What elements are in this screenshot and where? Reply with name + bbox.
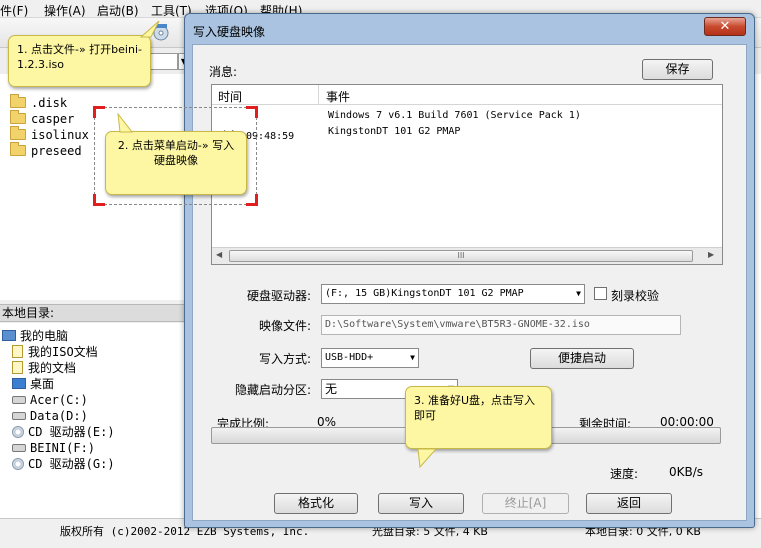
chevron-down-icon: ▼ <box>410 353 415 362</box>
terminate-button[interactable]: 终止[A] <box>482 493 569 514</box>
menu-actions[interactable]: 操作(A) <box>44 2 86 19</box>
chevron-down-icon: ▼ <box>576 289 581 298</box>
verify-label: 刻录校验 <box>611 289 660 303</box>
tree-item[interactable]: isolinux <box>10 126 89 143</box>
dialog-title: 写入硬盘映像 <box>193 25 266 39</box>
log-row-event: Windows 7 v6.1 Build 7601 (Service Pack … <box>328 110 581 121</box>
folder-icon <box>10 94 26 108</box>
tree-item[interactable]: preseed <box>10 142 82 159</box>
scroll-left-icon[interactable]: ◀ <box>216 250 222 259</box>
local-directory-header: 本地目录: <box>0 304 190 322</box>
tree-item[interactable]: CD 驱动器(E:) <box>12 424 115 440</box>
menu-file[interactable]: 件(F) <box>0 2 28 19</box>
drive-icon <box>12 412 26 420</box>
callout-tail <box>117 113 134 133</box>
callout-tail <box>139 20 160 38</box>
cd-drive-icon <box>12 458 24 470</box>
save-button[interactable]: 保存 <box>642 59 713 80</box>
tree-item[interactable]: BEINI(F:) <box>12 440 95 456</box>
callout-step1: 1. 点击文件-» 打开beini-1.2.3.iso <box>8 20 160 87</box>
hidden-partition-label: 隐藏启动分区: <box>235 383 312 397</box>
cd-drive-icon <box>12 426 24 438</box>
tree-item[interactable]: .disk <box>10 94 67 111</box>
scroll-thumb[interactable]: III <box>229 250 693 262</box>
tree-item[interactable]: casper <box>10 110 74 127</box>
image-file-field[interactable]: D:\Software\System\vmware\BT5R3-GNOME-32… <box>321 315 681 335</box>
dialog-client-area: 消息: 保存 时间 事件 上午 09:48:59 Windows 7 v6.1 … <box>192 44 747 521</box>
folder-icon <box>10 110 26 124</box>
callout-step2: 2. 点击菜单启动-» 写入硬盘映像 <box>105 113 247 195</box>
log-row-event: KingstonDT 101 G2 PMAP <box>328 126 461 137</box>
back-button[interactable]: 返回 <box>586 493 672 514</box>
tree-item[interactable]: 我的ISO文档 <box>12 344 98 360</box>
folder-icon <box>10 126 26 140</box>
tree-item[interactable]: CD 驱动器(G:) <box>12 456 115 472</box>
messages-label: 消息: <box>209 65 238 79</box>
speed-value: 0KB/s <box>669 465 704 479</box>
write-disk-image-dialog: 写入硬盘映像 ✕ 消息: 保存 时间 事件 上午 09:48:59 Window… <box>184 13 755 528</box>
quick-boot-button[interactable]: 便捷启动 <box>530 348 634 369</box>
tree-item[interactable]: Data(D:) <box>12 408 88 424</box>
scroll-right-icon[interactable]: ▶ <box>708 250 714 259</box>
local-directory-tree: 我的电脑 我的ISO文档 我的文档 桌面 Acer(C:) Data(D:) C… <box>0 323 190 518</box>
path-field[interactable] <box>150 53 178 70</box>
write-mode-label: 写入方式: <box>259 352 312 366</box>
callout-step3: 3. 准备好U盘，点击写入即可 <box>405 386 552 468</box>
drive-label: 硬盘驱动器: <box>247 289 312 303</box>
drive-select[interactable]: (F:, 15 GB)KingstonDT 101 G2 PMAP ▼ <box>321 284 585 304</box>
horizontal-scrollbar[interactable]: ◀ III ▶ <box>212 247 722 264</box>
write-button[interactable]: 写入 <box>378 493 464 514</box>
tree-item[interactable]: 我的电脑 <box>2 328 68 344</box>
tree-item[interactable]: 桌面 <box>12 376 54 392</box>
folder-icon <box>10 142 26 156</box>
close-button[interactable]: ✕ <box>704 17 746 36</box>
speed-label: 速度: <box>610 467 639 481</box>
column-event: 事件 <box>326 90 351 104</box>
log-header: 时间 事件 <box>212 85 722 105</box>
format-button[interactable]: 格式化 <box>274 493 358 514</box>
menu-boot[interactable]: 启动(B) <box>97 2 139 19</box>
verify-checkbox[interactable] <box>594 287 607 300</box>
tree-item[interactable]: 我的文档 <box>12 360 76 376</box>
tree-item[interactable]: Acer(C:) <box>12 392 88 408</box>
drive-icon <box>12 396 26 404</box>
iso-documents-icon <box>12 345 23 358</box>
computer-icon <box>2 330 16 341</box>
drive-icon <box>12 444 26 452</box>
vertical-scrollbar[interactable] <box>730 145 746 519</box>
callout-tail <box>417 448 438 468</box>
column-time: 时间 <box>218 90 243 104</box>
image-file-label: 映像文件: <box>259 319 312 333</box>
desktop-icon <box>12 378 26 389</box>
documents-icon <box>12 361 23 374</box>
message-log[interactable]: 时间 事件 上午 09:48:59 Windows 7 v6.1 Build 7… <box>211 84 723 265</box>
write-mode-select[interactable]: USB-HDD+ ▼ <box>321 348 419 368</box>
